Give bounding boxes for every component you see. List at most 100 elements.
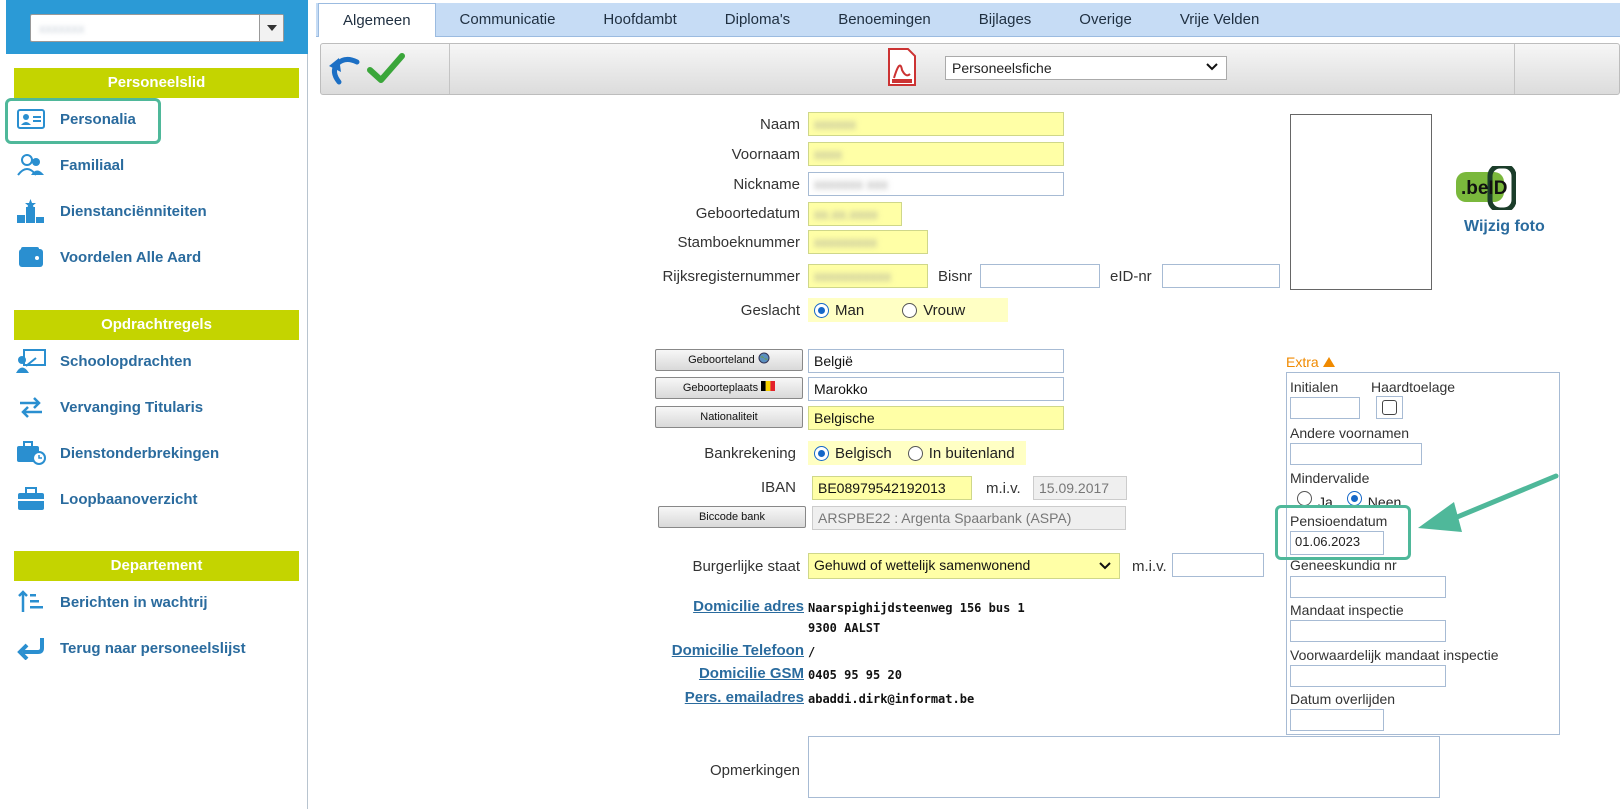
document-select[interactable]: Personeelsfiche [945, 56, 1227, 80]
geboorteland-input[interactable]: België [808, 349, 1064, 373]
undo-button[interactable] [327, 52, 365, 88]
man-label: Man [835, 301, 865, 319]
swap-icon [16, 394, 46, 420]
sidebar: xxxxxxx Personeelslid Personalia Familia… [0, 0, 308, 809]
tab-benoemingen[interactable]: Benoemingen [814, 3, 955, 37]
return-arrow-icon [16, 635, 46, 661]
iban-label: IBAN [760, 479, 796, 496]
sidebar-item-berichten[interactable]: Berichten in wachtrij [16, 585, 208, 619]
burgerlijke-miv-input[interactable] [1172, 553, 1264, 577]
vrouw-radio[interactable] [902, 302, 918, 318]
sidebar-item-label: Vervanging Titularis [60, 398, 204, 416]
overlijden-label: Datum overlijden [1290, 691, 1396, 707]
domicilie-gsm-link[interactable]: Domicilie GSM [600, 665, 804, 682]
geboorteplaats-input[interactable]: Marokko [808, 377, 1064, 401]
tab-diplomas[interactable]: Diploma's [701, 3, 814, 37]
tab-hoofdambt[interactable]: Hoofdambt [579, 3, 700, 37]
geboorteland-button[interactable]: Geboorteland [655, 349, 803, 371]
opmerkingen-textarea[interactable] [808, 736, 1440, 798]
users-icon [16, 152, 46, 178]
user-select[interactable]: xxxxxxx [30, 14, 284, 42]
tab-bijlages[interactable]: Bijlages [955, 3, 1056, 37]
andere-voornamen-input[interactable] [1290, 443, 1422, 465]
iban-miv-input[interactable]: 15.09.2017 [1033, 476, 1127, 500]
wallet-icon [16, 244, 46, 270]
sidebar-item-label: Familiaal [60, 156, 125, 174]
podium-icon [16, 198, 46, 224]
mandaat-input[interactable] [1290, 620, 1446, 642]
sidebar-item-loopbaan[interactable]: Loopbaanoverzicht [16, 482, 198, 516]
chevron-down-icon [1099, 562, 1111, 570]
tab-vrije-velden[interactable]: Vrije Velden [1156, 3, 1284, 37]
wijzig-foto-link[interactable]: Wijzig foto [1464, 218, 1545, 236]
toolbar-divider [1514, 44, 1515, 94]
photo-box [1290, 114, 1432, 290]
geboorteplaats-button[interactable]: Geboorteplaats [655, 377, 803, 399]
naam-label: Naam [759, 116, 800, 133]
man-radio[interactable] [814, 302, 829, 318]
triangle-up-icon [1322, 357, 1335, 367]
nationaliteit-button[interactable]: Nationaliteit [655, 406, 803, 428]
iban-input[interactable]: BE08979542192013 [812, 476, 972, 500]
chevron-down-icon[interactable] [259, 15, 283, 41]
haardtoelage-checkbox[interactable] [1382, 400, 1397, 415]
eidnr-input[interactable] [1162, 264, 1280, 288]
adres-line1: Naarspighijdsteenweg 156 bus 1 [808, 601, 1025, 615]
sidebar-item-schoolopdrachten[interactable]: Schoolopdrachten [16, 344, 192, 378]
annotation-arrow-icon [1418, 473, 1559, 532]
pdf-document-icon[interactable] [888, 48, 916, 86]
haardtoelage-label: Haardtoelage [1371, 379, 1456, 395]
bankrekening-radio-group: Belgisch In buitenland [808, 441, 1026, 465]
extra-toggle[interactable]: Extra [1286, 354, 1335, 370]
highlight-box [1275, 505, 1411, 560]
biccode-button[interactable]: Biccode bank [658, 506, 806, 528]
briefcase-clock-icon [16, 440, 46, 466]
tab-communicatie[interactable]: Communicatie [436, 3, 580, 37]
sidebar-item-voordelen[interactable]: Voordelen Alle Aard [16, 240, 201, 274]
save-button[interactable] [367, 52, 405, 86]
geboortedatum-label: Geboortedatum [695, 205, 800, 222]
biccode-input[interactable]: ARSPBE22 : Argenta Spaarbank (ASPA) [812, 506, 1126, 530]
rijksregister-input[interactable]: xxxxxxxxxxx [808, 264, 928, 288]
belgisch-radio[interactable] [814, 445, 829, 461]
burgerlijke-staat-select[interactable]: Gehuwd of wettelijk samenwonend [808, 553, 1120, 579]
sidebar-item-dienstancienniteiten[interactable]: Dienstanciënniteiten [16, 194, 207, 228]
checkmark-icon [367, 53, 405, 83]
belgian-flag-icon [761, 381, 776, 391]
voorwaardelijk-input[interactable] [1290, 665, 1446, 687]
sidebar-item-vervanging[interactable]: Vervanging Titularis [16, 390, 203, 424]
naam-input[interactable]: xxxxxx [808, 112, 1064, 136]
mindervalide-label: Mindervalide [1290, 470, 1370, 486]
buitenland-radio[interactable] [907, 445, 923, 461]
geneeskundig-input[interactable] [1290, 576, 1446, 598]
domicilie-telefoon-link[interactable]: Domicilie Telefoon [600, 642, 804, 659]
tab-bar: Algemeen Communicatie Hoofdambt Diploma'… [316, 3, 1620, 37]
chevron-down-icon [1206, 63, 1218, 71]
neen-radio[interactable] [1346, 490, 1362, 506]
geboorteland-button-label: Geboorteland [688, 354, 755, 366]
section-personeelslid: Personeelslid [14, 68, 299, 98]
voornaam-input[interactable]: xxxx [808, 142, 1064, 166]
pers-email-link[interactable]: Pers. emailadres [600, 689, 804, 706]
briefcase-icon [16, 486, 46, 512]
sidebar-item-dienstonderbrekingen[interactable]: Dienstonderbrekingen [16, 436, 219, 470]
sidebar-item-label: Voordelen Alle Aard [60, 248, 202, 266]
tab-algemeen[interactable]: Algemeen [318, 3, 436, 37]
nationaliteit-input[interactable]: Belgische [808, 406, 1064, 430]
stamboeknummer-input[interactable]: xxxxxxxxx [808, 230, 928, 254]
section-opdrachtregels: Opdrachtregels [14, 310, 299, 340]
bisnr-input[interactable] [980, 264, 1100, 288]
domicilie-adres-link[interactable]: Domicilie adres [600, 598, 804, 615]
toolbar-divider [449, 44, 450, 94]
beid-logo[interactable]: .beID [1454, 163, 1517, 215]
nickname-input[interactable]: xxxxxxx xxx [808, 172, 1064, 196]
overlijden-input[interactable] [1290, 709, 1384, 731]
tab-overige[interactable]: Overige [1055, 3, 1156, 37]
geboortedatum-input[interactable]: xx.xx.xxxx [808, 202, 902, 226]
initialen-input[interactable] [1290, 397, 1360, 419]
sidebar-item-label: Berichten in wachtrij [60, 593, 208, 611]
sidebar-item-terug[interactable]: Terug naar personeelslijst [16, 631, 246, 665]
mindervalide-radio-group: Ja Neen [1297, 490, 1401, 506]
sidebar-item-familiaal[interactable]: Familiaal [16, 148, 124, 182]
ja-radio[interactable] [1297, 490, 1312, 506]
